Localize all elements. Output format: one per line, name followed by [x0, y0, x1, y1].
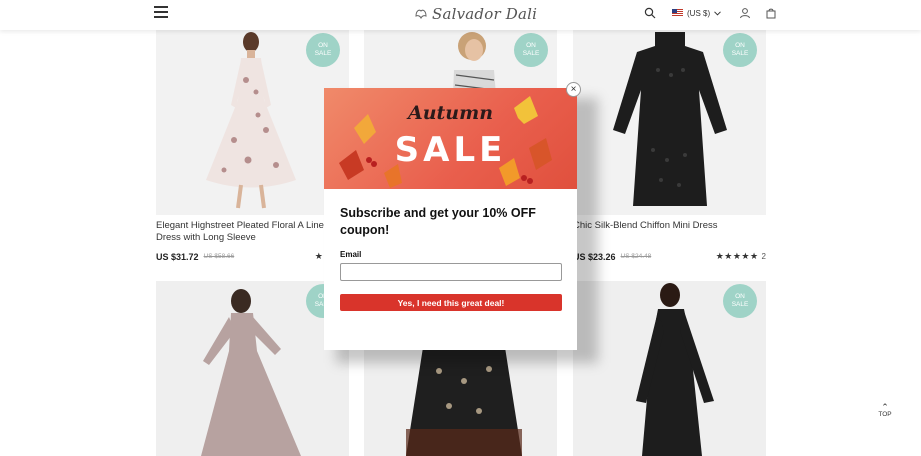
product-price: US $31.72	[156, 251, 199, 262]
banner-script-text: Autumn	[407, 102, 494, 124]
product-card[interactable]: ON SALE Elegant Highstreet Pleated Floral…	[156, 30, 349, 262]
back-to-top-label: TOP	[878, 411, 892, 418]
autumn-sale-banner: Autumn SALE	[324, 88, 577, 189]
on-sale-badge: ON SALE	[514, 33, 548, 67]
logo-mark-icon	[415, 9, 427, 20]
product-image[interactable]: ON SALE	[573, 281, 766, 456]
black-lace-dress-image	[613, 32, 727, 206]
black-shirt-dress-image	[636, 283, 714, 456]
product-card[interactable]: ON SALE	[573, 281, 766, 456]
menu-icon[interactable]	[154, 6, 168, 20]
email-field[interactable]	[340, 263, 562, 281]
currency-selector[interactable]: (US $)	[672, 9, 721, 18]
product-image[interactable]: ON SALE	[573, 30, 766, 215]
header-actions: (US $)	[644, 7, 777, 19]
us-flag-icon	[672, 9, 683, 17]
subscribe-popup: Autumn SALE Subscribe and get your 10% O…	[324, 88, 577, 350]
email-label: Email	[340, 250, 362, 259]
currency-label: (US $)	[687, 8, 711, 18]
rating-count: 2	[761, 252, 766, 261]
on-sale-badge: ON SALE	[723, 33, 757, 67]
close-icon[interactable]: ×	[566, 82, 581, 97]
product-image[interactable]: ON SALE	[156, 30, 349, 215]
original-price: US $58.66	[203, 253, 235, 260]
brand-name: Salvador Dali	[432, 5, 538, 23]
search-icon[interactable]	[644, 7, 656, 19]
product-card[interactable]: ON SALE	[156, 281, 349, 456]
on-sale-badge: ON SALE	[723, 284, 757, 318]
user-icon[interactable]	[739, 7, 751, 19]
product-card[interactable]: ON SALE Chic Silk-Blend Chiffon Mini Dres…	[573, 30, 766, 262]
back-to-top-button[interactable]: ⌃ TOP	[875, 402, 895, 419]
brand-logo[interactable]: Salvador Dali	[414, 5, 537, 23]
rating-stars: ★★★★★	[715, 251, 759, 261]
product-name[interactable]: Elegant Highstreet Pleated Floral A Line…	[156, 220, 349, 244]
product-name[interactable]: Chic Silk-Blend Chiffon Mini Dress	[573, 220, 766, 244]
price-row: US $23.26 US $24.48 ★★★★★ 2	[573, 251, 766, 262]
site-header: Salvador Dali (US $)	[0, 0, 921, 30]
shopping-bag-icon[interactable]	[765, 7, 777, 19]
original-price: US $24.48	[620, 253, 652, 260]
popup-title: Subscribe and get your 10% OFF coupon!	[340, 206, 536, 237]
price-row: US $31.72 US $58.66 ★★★★	[156, 251, 349, 262]
chevron-down-icon	[714, 10, 721, 16]
on-sale-badge: ON SALE	[306, 33, 340, 67]
chevron-up-icon: ⌃	[881, 402, 889, 412]
product-image[interactable]: ON SALE	[156, 281, 349, 456]
banner-sale-text: SALE	[394, 130, 507, 170]
claim-deal-button[interactable]: Yes, I need this great deal!	[340, 294, 562, 311]
floral-dress-image	[206, 32, 296, 209]
